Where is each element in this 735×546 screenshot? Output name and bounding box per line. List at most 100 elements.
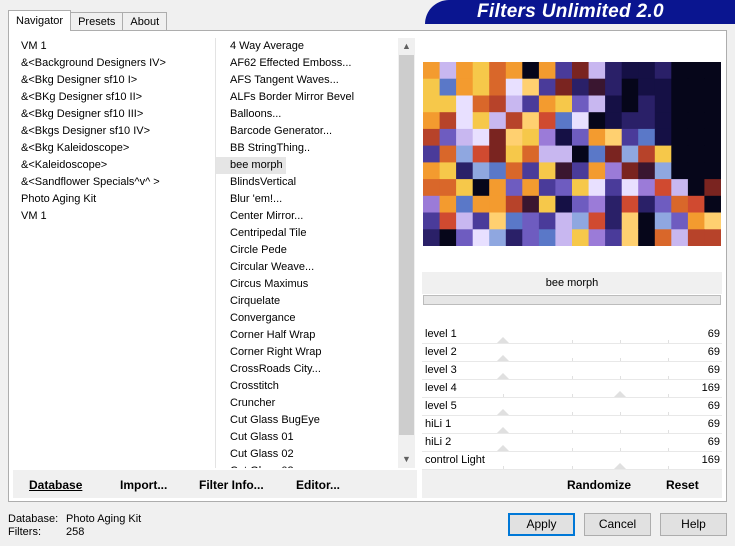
filter-item[interactable]: Cirquelate — [216, 293, 415, 310]
filter-list-scrollbar[interactable]: ▲ ▼ — [398, 38, 415, 468]
filter-item[interactable]: Balloons... — [216, 106, 415, 123]
filter-item[interactable]: AFS Tangent Waves... — [216, 72, 415, 89]
scrollbar-thumb[interactable] — [399, 55, 414, 435]
preview-tile — [654, 78, 672, 96]
slider-thumb[interactable] — [614, 391, 626, 397]
preview-tile — [588, 229, 606, 246]
filter-item[interactable]: Cut Glass 01 — [216, 429, 415, 446]
slider-thumb[interactable] — [497, 427, 509, 433]
filter-item[interactable]: Circle Pede — [216, 242, 415, 259]
filter-item[interactable]: Barcode Generator... — [216, 123, 415, 140]
preview-tile — [638, 78, 656, 96]
category-item[interactable]: &<Bkgs Designer sf10 IV> — [13, 123, 213, 140]
progress-bar — [423, 295, 721, 305]
filter-info-button[interactable]: Filter Info... — [199, 478, 264, 492]
filter-item[interactable]: BlindsVertical — [216, 174, 415, 191]
tab-navigator[interactable]: Navigator — [8, 10, 72, 31]
tab-presets[interactable]: Presets — [70, 12, 124, 31]
slider-tick — [668, 466, 669, 469]
preview-tile — [588, 212, 606, 230]
category-list[interactable]: VM 1 &<Background Designers IV> &<Bkg Desi… — [13, 38, 213, 468]
preview-tile — [505, 195, 523, 213]
slider-thumb[interactable] — [497, 373, 509, 379]
category-item[interactable]: &<Bkg Kaleidoscope> — [13, 140, 213, 157]
category-item[interactable]: VM 1 — [13, 208, 213, 225]
filter-item[interactable]: Corner Right Wrap — [216, 344, 415, 361]
filter-item[interactable]: Cut Glass BugEye — [216, 412, 415, 429]
preview-tile — [588, 162, 606, 180]
slider-row[interactable]: hiLi 2 69 — [422, 434, 722, 452]
category-item[interactable]: Photo Aging Kit — [13, 191, 213, 208]
filter-item[interactable]: CrossRoads City... — [216, 361, 415, 378]
slider-row[interactable]: hiLi 1 69 — [422, 416, 722, 434]
randomize-button[interactable]: Randomize — [567, 478, 631, 492]
filter-item[interactable]: Crosstitch — [216, 378, 415, 395]
slider-thumb[interactable] — [497, 355, 509, 361]
filter-item[interactable]: Cut Glass 02 — [216, 446, 415, 463]
category-item[interactable]: &<Background Designers IV> — [13, 55, 213, 72]
apply-button[interactable]: Apply — [508, 513, 575, 536]
filter-item[interactable]: Circus Maximus — [216, 276, 415, 293]
preview-tile — [621, 128, 639, 147]
preview-tile — [704, 145, 721, 163]
filter-item[interactable]: bee morph — [216, 157, 286, 174]
filter-item[interactable]: Cut Glass 03 — [216, 463, 415, 468]
cancel-button[interactable]: Cancel — [584, 513, 651, 536]
preview-tile — [671, 95, 689, 113]
filter-item[interactable]: 4 Way Average — [216, 38, 415, 55]
preview-tile — [687, 179, 705, 197]
filter-item[interactable]: Cruncher — [216, 395, 415, 412]
filter-item[interactable]: Blur 'em!... — [216, 191, 415, 208]
preview-tile — [522, 145, 540, 163]
slider-value: 69 — [707, 418, 720, 430]
category-item[interactable]: &<Sandflower Specials^v^ > — [13, 174, 213, 191]
database-button[interactable]: Database — [29, 478, 82, 492]
scroll-down-icon[interactable]: ▼ — [398, 451, 415, 468]
tab-about[interactable]: About — [122, 12, 168, 31]
slider-thumb[interactable] — [614, 463, 626, 469]
import-button[interactable]: Import... — [120, 478, 167, 492]
slider-thumb[interactable] — [497, 409, 509, 415]
filter-item[interactable]: ALFs Border Mirror Bevel — [216, 89, 415, 106]
preview-tile — [572, 162, 590, 180]
database-label: Database: — [8, 513, 59, 525]
category-item[interactable]: &<BKg Designer sf10 II> — [13, 89, 213, 106]
editor-button[interactable]: Editor... — [296, 478, 340, 492]
preview-tile — [704, 229, 721, 246]
preview-tile — [472, 78, 490, 96]
preview-tile — [605, 195, 623, 213]
slider-tick — [668, 358, 669, 361]
filter-item[interactable]: Center Mirror... — [216, 208, 415, 225]
slider-thumb[interactable] — [497, 337, 509, 343]
filter-item[interactable]: Centripedal Tile — [216, 225, 415, 242]
preview-tile — [439, 195, 457, 213]
category-item[interactable]: &<Bkg Designer sf10 I> — [13, 72, 213, 89]
preview-tile — [489, 112, 507, 130]
preview-tile — [423, 145, 441, 163]
filter-item[interactable]: Corner Half Wrap — [216, 327, 415, 344]
filter-item[interactable]: Circular Weave... — [216, 259, 415, 276]
category-item[interactable]: &<Kaleidoscope> — [13, 157, 213, 174]
category-item[interactable]: VM 1 — [13, 38, 213, 55]
slider-row[interactable]: level 2 69 — [422, 344, 722, 362]
preview-tile — [522, 128, 540, 147]
slider-row[interactable]: control Light 169 — [422, 452, 722, 470]
category-item[interactable]: &<Bkg Designer sf10 III> — [13, 106, 213, 123]
slider-row[interactable]: level 4 169 — [422, 380, 722, 398]
slider-thumb[interactable] — [497, 445, 509, 451]
help-button[interactable]: Help — [660, 513, 727, 536]
filter-item[interactable]: BB StringThing.. — [216, 140, 415, 157]
preview-tile — [704, 195, 721, 213]
filter-item[interactable]: AF62 Effected Emboss... — [216, 55, 415, 72]
preview-tile — [671, 128, 689, 147]
filter-item[interactable]: Convergance — [216, 310, 415, 327]
filter-list[interactable]: 4 Way Average AF62 Effected Emboss... AFS … — [215, 38, 415, 468]
preview-tile — [588, 195, 606, 213]
slider-row[interactable]: level 3 69 — [422, 362, 722, 380]
preview-tile — [621, 62, 639, 80]
preview-tile — [621, 229, 639, 246]
slider-row[interactable]: level 5 69 — [422, 398, 722, 416]
scroll-up-icon[interactable]: ▲ — [398, 38, 415, 55]
reset-button[interactable]: Reset — [666, 478, 699, 492]
slider-row[interactable]: level 1 69 — [422, 326, 722, 344]
